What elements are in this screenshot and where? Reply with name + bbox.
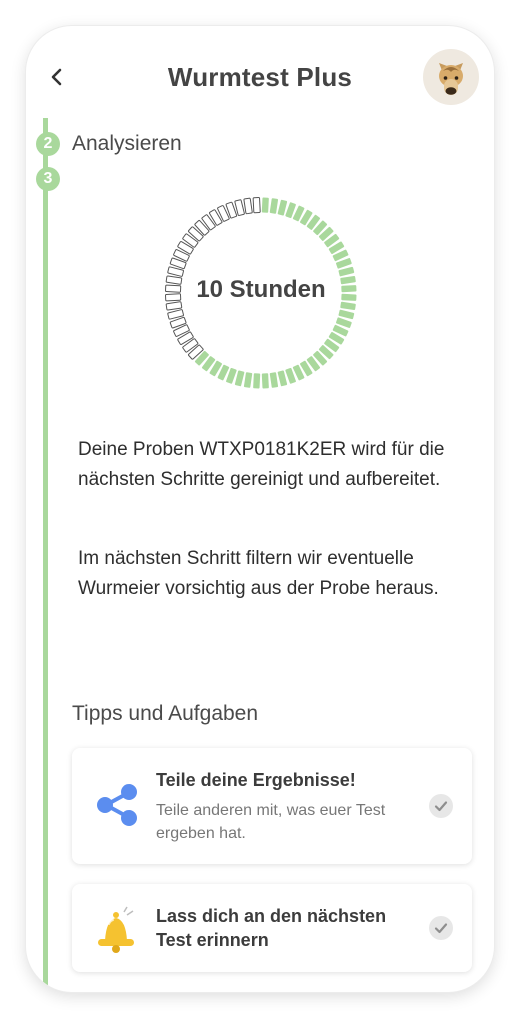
ring-segment-filled [277,370,288,387]
ring-segment-filled [243,372,253,388]
step-indicator-current: 2 [36,132,60,156]
progress-line [43,118,48,992]
header: Wurmtest Plus [26,26,494,126]
ring-segment-filled [269,372,279,388]
step-indicator-next: 3 [36,167,60,191]
ring-segment-filled [261,373,269,389]
description-paragraph-2: Im nächsten Schritt filtern wir eventuel… [78,548,439,599]
tip-card-share[interactable]: Teile deine Ergebnisse! Teile anderen mi… [72,748,472,864]
ring-segment-filled [234,370,245,387]
tip-card-title: Lass dich an den nächsten Test erinnern [156,906,387,950]
ring-segment-empty [252,197,261,214]
section-title-tips: Tipps und Aufgaben [72,702,259,725]
bell-icon [94,906,140,959]
check-icon[interactable] [429,794,453,818]
tip-card-title: Teile deine Ergebnisse! [156,770,356,790]
ring-segment-filled [338,309,355,320]
ring-segment-filled [277,199,288,216]
description-paragraph-1: Deine Proben WTXP0181K2ER wird für die n… [78,439,445,490]
tip-card-reminder[interactable]: Lass dich an den nächsten Test erinnern [72,884,472,972]
step-title: Analysieren [72,132,182,155]
phone-frame: Wurmtest Plus 2 3 Analysieren 10 Stunden… [26,26,494,992]
share-icon [94,782,140,833]
timer-ring: 10 Stunden [156,188,366,398]
ring-segment-filled [269,198,279,214]
check-icon[interactable] [429,916,453,940]
ring-segment-filled [261,197,269,213]
timer-label: 10 Stunden [196,276,326,303]
ring-segment-filled [253,373,261,389]
alpaca-avatar-icon [439,63,463,95]
avatar[interactable] [423,49,479,105]
ring-segment-empty [243,197,253,215]
tip-card-subtitle: Teile anderen mit, was euer Test ergeben… [156,802,386,842]
